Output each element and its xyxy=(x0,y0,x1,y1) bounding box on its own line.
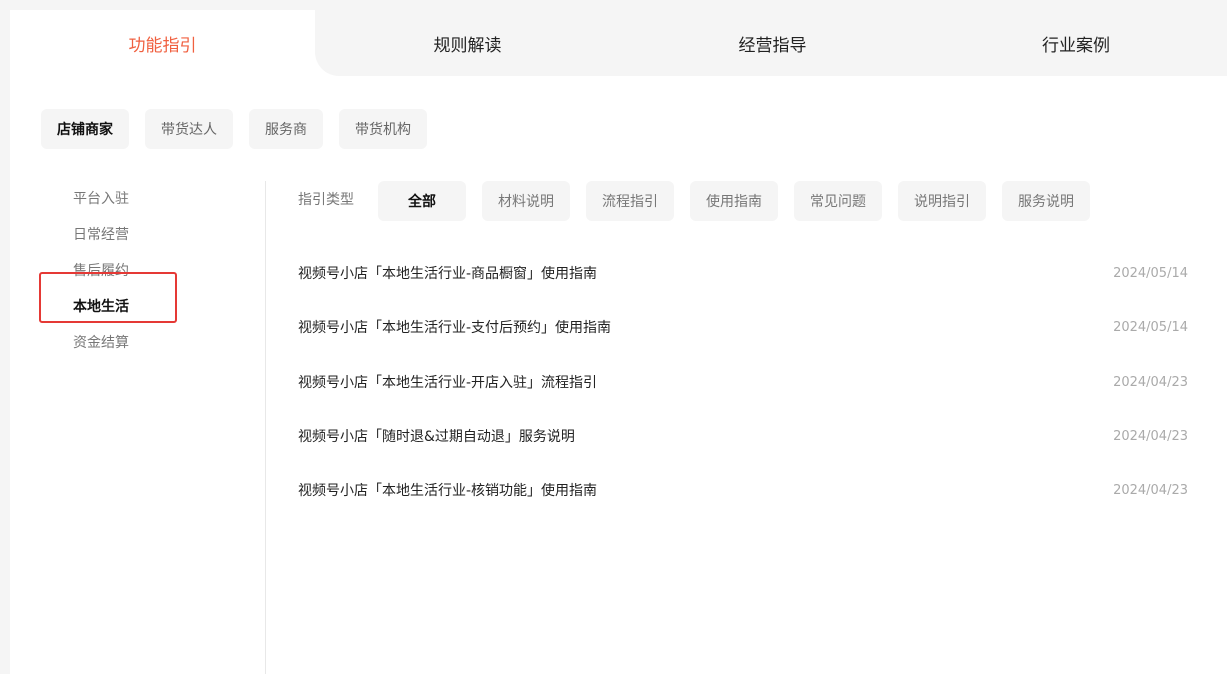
tab-rule-interpretation[interactable]: 规则解读 xyxy=(315,0,620,87)
sidenav-item-daily-operation[interactable]: 日常经营 xyxy=(73,225,129,245)
filter-chip-process[interactable]: 流程指引 xyxy=(586,181,674,221)
article-date: 2024/04/23 xyxy=(1113,482,1188,498)
filter-label: 指引类型 xyxy=(298,192,354,208)
article-title[interactable]: 视频号小店「本地生活行业-商品橱窗」使用指南 xyxy=(298,263,597,283)
sidenav-item-onboarding[interactable]: 平台入驻 xyxy=(73,189,129,209)
article-item[interactable]: 视频号小店「本地生活行业-支付后预约」使用指南 2024/05/14 xyxy=(298,315,1188,339)
article-date: 2024/05/14 xyxy=(1113,319,1188,335)
article-item[interactable]: 视频号小店「本地生活行业-开店入驻」流程指引 2024/04/23 xyxy=(298,370,1188,394)
filter-chip-instructions[interactable]: 说明指引 xyxy=(898,181,986,221)
article-title[interactable]: 视频号小店「随时退&过期自动退」服务说明 xyxy=(298,426,575,446)
tab-industry-cases[interactable]: 行业案例 xyxy=(925,0,1227,87)
role-chip-store-merchant[interactable]: 店铺商家 xyxy=(41,109,129,149)
article-title[interactable]: 视频号小店「本地生活行业-核销功能」使用指南 xyxy=(298,480,597,500)
article-date: 2024/04/23 xyxy=(1113,428,1188,444)
guide-page: 功能指引 规则解读 经营指导 行业案例 店铺商家 带货达人 服务商 带货机构 平… xyxy=(10,0,1227,674)
article-item[interactable]: 视频号小店「随时退&过期自动退」服务说明 2024/04/23 xyxy=(298,424,1188,448)
top-tab-bar: 功能指引 规则解读 经营指导 行业案例 xyxy=(10,0,1227,87)
filter-chip-service[interactable]: 服务说明 xyxy=(1002,181,1090,221)
article-date: 2024/04/23 xyxy=(1113,374,1188,390)
vertical-divider xyxy=(265,181,266,674)
article-item[interactable]: 视频号小店「本地生活行业-核销功能」使用指南 2024/04/23 xyxy=(298,478,1188,502)
article-title[interactable]: 视频号小店「本地生活行业-支付后预约」使用指南 xyxy=(298,317,611,337)
filter-chip-usage[interactable]: 使用指南 xyxy=(690,181,778,221)
tab-function-guide[interactable]: 功能指引 xyxy=(10,0,315,87)
filter-chip-all[interactable]: 全部 xyxy=(378,181,466,221)
role-chip-creator[interactable]: 带货达人 xyxy=(145,109,233,149)
filter-chip-materials[interactable]: 材料说明 xyxy=(482,181,570,221)
article-title[interactable]: 视频号小店「本地生活行业-开店入驻」流程指引 xyxy=(298,372,597,392)
filter-chip-faq[interactable]: 常见问题 xyxy=(794,181,882,221)
article-date: 2024/05/14 xyxy=(1113,265,1188,281)
role-chip-service-provider[interactable]: 服务商 xyxy=(249,109,323,149)
article-item[interactable]: 视频号小店「本地生活行业-商品橱窗」使用指南 2024/05/14 xyxy=(298,261,1188,285)
sidenav-item-settlement[interactable]: 资金结算 xyxy=(73,333,129,353)
role-chip-agency[interactable]: 带货机构 xyxy=(339,109,427,149)
tab-business-guidance[interactable]: 经营指导 xyxy=(620,0,925,87)
highlight-annotation-box xyxy=(39,272,177,323)
